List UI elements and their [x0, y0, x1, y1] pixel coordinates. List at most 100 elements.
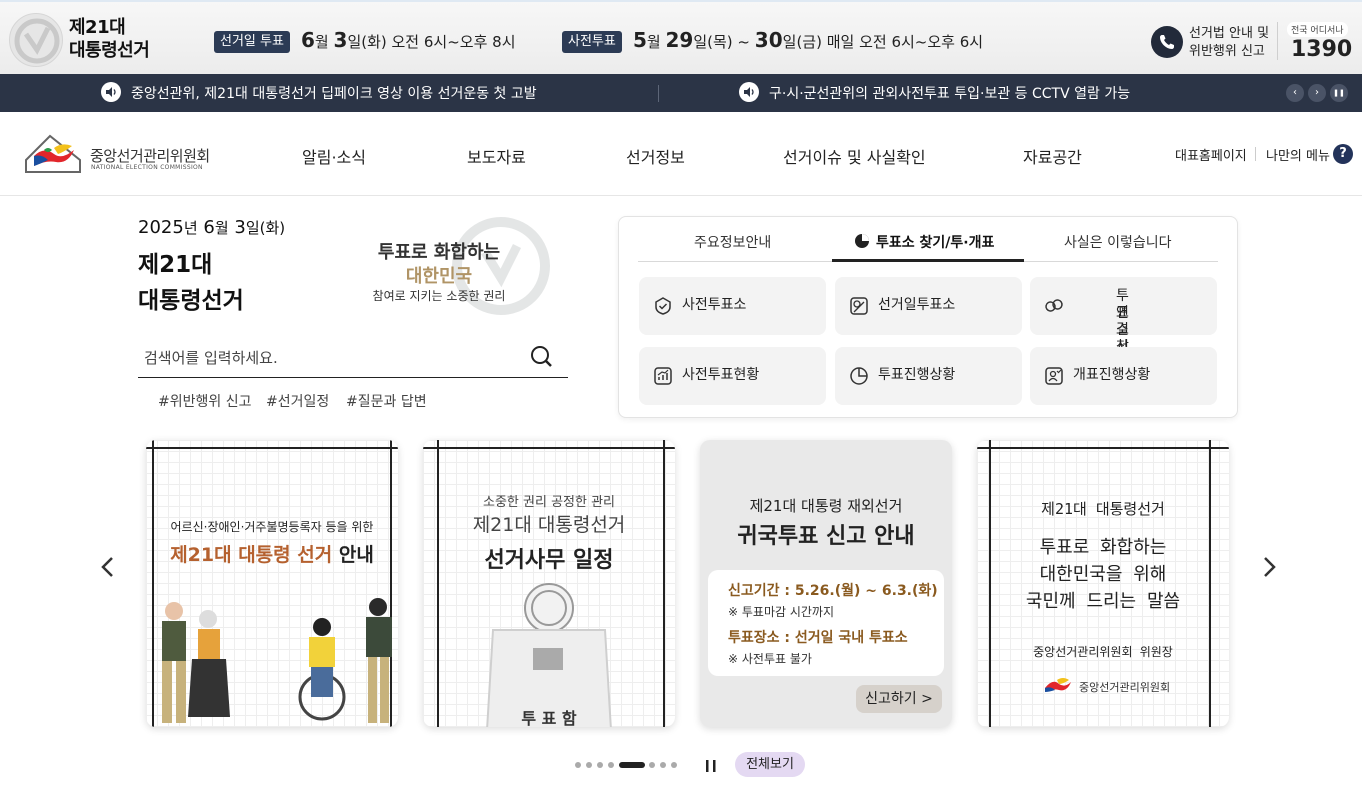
- slogan-line: 투표로 화합하는: [377, 242, 501, 263]
- nav-archive[interactable]: 자료공간: [1023, 144, 1082, 168]
- link-icon: [1045, 299, 1063, 312]
- ticker-next-button[interactable]: ›: [1308, 84, 1326, 102]
- carousel-prev-icon[interactable]: [93, 552, 123, 582]
- card-signature: 중앙선거관리위원회 위원장: [1033, 645, 1173, 659]
- pagination-dot[interactable]: [671, 762, 677, 768]
- banner-card[interactable]: 제21대 대통령 재외선거 귀국투표 신고 안내 신고기간 : 5.26.(월)…: [700, 440, 952, 727]
- phone-icon[interactable]: [1151, 26, 1183, 58]
- news-ticker: 중앙선관위, 제21대 대통령선거 딥페이크 영상 이용 선거운동 첫 고발 구…: [0, 74, 1362, 112]
- ballot-box-label: 투 표 함: [521, 709, 577, 727]
- election-title: 제21대 대통령선거: [69, 17, 150, 61]
- election-banner: 제21대 대통령선거 선거일 투표 6월 3일(화) 오전 6시~오후 8시 사…: [0, 0, 1362, 74]
- chart-icon: [654, 367, 672, 385]
- election-day-tag: 선거일 투표: [214, 31, 290, 53]
- main-navigation: 중앙선거관리위원회 NATIONAL ELECTION COMMISSION 알…: [0, 112, 1362, 196]
- early-vote-tag: 사전투표: [562, 31, 622, 53]
- ticker-item[interactable]: 구·시·군선관위의 관외사전투표 투입·보관 등 CCTV 열람 가능: [769, 83, 1130, 103]
- card-title: 제21대 대통령 선거 안내: [170, 544, 374, 566]
- pagination-dot[interactable]: [649, 762, 655, 768]
- nav-news[interactable]: 알림·소식: [302, 144, 366, 168]
- election-date: 2025년 6월 3일(화): [138, 217, 286, 238]
- active-tab-indicator: [832, 259, 1024, 262]
- early-vote-schedule: 5월 29일(목) ~ 30일(금) 매일 오전 6시~오후 6시: [633, 28, 984, 52]
- hotline-link[interactable]: 선거법 안내 및 위반행위 신고: [1189, 25, 1269, 61]
- report-place-note: ※ 사전투표 불가: [728, 652, 812, 666]
- divider: [658, 85, 659, 102]
- find-station-service-button[interactable]: 투표소 찾기연결서비스: [1030, 277, 1217, 389]
- card-subtitle: 제21대 대통령 재외선거: [749, 497, 903, 515]
- carousel-next-icon[interactable]: [1254, 552, 1284, 582]
- view-all-button[interactable]: 전체보기: [735, 752, 805, 777]
- hotline-caption: 전국 어디서나: [1287, 22, 1348, 37]
- pie-icon: [850, 367, 868, 385]
- early-vote-status-button[interactable]: 사전투표현황: [639, 347, 826, 405]
- card-title: 선거사무 일정: [484, 548, 614, 573]
- slogan-highlight: 대한민국: [405, 266, 473, 287]
- search-icon[interactable]: [530, 345, 554, 373]
- election-emblem-icon: [9, 13, 63, 67]
- card-subtitle: 어르신·장애인·거주불명등록자 등을 위한: [170, 520, 374, 534]
- card-title: 귀국투표 신고 안내: [737, 524, 915, 549]
- divider: [146, 447, 398, 449]
- check-shield-icon: [655, 297, 671, 315]
- nec-logo-icon: [1045, 678, 1071, 692]
- main-homepage-link[interactable]: 대표홈페이지: [1175, 145, 1247, 164]
- counting-progress-button[interactable]: 개표진행상황: [1030, 347, 1217, 405]
- tab-fact-check[interactable]: 사실은 이렇습니다: [1064, 232, 1172, 252]
- card-title: 제21대 대통령선거: [472, 514, 626, 536]
- ballot-box-icon: [850, 297, 868, 315]
- banner-card[interactable]: 소중한 권리 공정한 관리 제21대 대통령선거 선거사무 일정 투 표 함: [423, 440, 675, 727]
- ticker-item[interactable]: 중앙선관위, 제21대 대통령선거 딥페이크 영상 이용 선거운동 첫 고발: [131, 83, 537, 103]
- hashtag-link[interactable]: #위반행위 신고: [158, 391, 251, 411]
- pagination-dot[interactable]: [586, 762, 592, 768]
- pie-tab-icon: [855, 234, 869, 248]
- report-place: 투표장소 : 선거일 국내 투표소: [728, 630, 908, 646]
- page-title: 제21대 대통령선거: [138, 252, 244, 314]
- ticker-prev-button[interactable]: ‹: [1286, 84, 1304, 102]
- pagination-dot-active[interactable]: [619, 762, 645, 768]
- tab-polling-station[interactable]: 투표소 찾기/투·개표: [854, 232, 994, 252]
- divider: [977, 447, 1229, 449]
- logo-text[interactable]: 중앙선거관리위원회: [90, 145, 210, 166]
- carousel-pause-icon[interactable]: [704, 758, 718, 772]
- my-menu-link[interactable]: 나만의 메뉴: [1266, 145, 1330, 164]
- voters-illustration-icon: [162, 598, 392, 723]
- search-input[interactable]: [138, 338, 568, 378]
- pagination-dot[interactable]: [597, 762, 603, 768]
- hashtag-link[interactable]: #선거일정: [266, 391, 329, 411]
- nav-press[interactable]: 보도자료: [467, 144, 526, 168]
- nav-fact-check[interactable]: 선거이슈 및 사실확인: [783, 144, 926, 168]
- report-period: 신고기간 : 5.26.(월) ~ 6.3.(화): [728, 583, 938, 599]
- nav-election-info[interactable]: 선거정보: [626, 144, 685, 168]
- election-day-schedule: 6월 3일(화) 오전 6시~오후 8시: [301, 28, 516, 52]
- speaker-icon: [101, 82, 121, 102]
- pagination-dot[interactable]: [608, 762, 614, 768]
- report-button[interactable]: 신고하기 >: [856, 685, 942, 713]
- tab-main-info[interactable]: 주요정보안내: [694, 232, 771, 252]
- divider: [423, 447, 675, 449]
- card-text: 국민께 드리는 말씀: [1025, 591, 1181, 612]
- pagination-dot[interactable]: [660, 762, 666, 768]
- slogan-subtext: 참여로 지키는 소중한 권리: [372, 289, 506, 303]
- logo-subtext: NATIONAL ELECTION COMMISSION: [91, 164, 203, 171]
- hashtag-link[interactable]: #질문과 답변: [346, 391, 427, 411]
- report-period-note: ※ 투표마감 시간까지: [728, 605, 835, 619]
- speaker-icon: [739, 82, 759, 102]
- banner-card[interactable]: 제21대 대통령선거 투표로 화합하는 대한민국을 위해 국민께 드리는 말씀 …: [977, 440, 1229, 727]
- card-subtitle: 소중한 권리 공정한 관리: [483, 495, 615, 510]
- report-info-box: 신고기간 : 5.26.(월) ~ 6.3.(화) ※ 투표마감 시간까지 투표…: [708, 570, 944, 676]
- pagination-dot[interactable]: [575, 762, 581, 768]
- banner-card[interactable]: 어르신·장애인·거주불명등록자 등을 위한 제21대 대통령 선거 안내: [146, 440, 398, 727]
- card-text: 투표로 화합하는: [1039, 537, 1167, 558]
- hotline-number[interactable]: 1390: [1291, 37, 1352, 62]
- voting-progress-button[interactable]: 투표진행상황: [835, 347, 1022, 405]
- person-check-icon: [1045, 367, 1063, 385]
- ticker-pause-button[interactable]: ❚❚: [1330, 84, 1348, 102]
- divider: [1255, 147, 1256, 161]
- nec-logo-icon[interactable]: [24, 134, 84, 178]
- election-day-station-button[interactable]: 선거일투표소: [835, 277, 1022, 335]
- card-text: 대한민국을 위해: [1039, 564, 1167, 585]
- help-icon[interactable]: ?: [1333, 144, 1353, 164]
- early-polling-station-button[interactable]: 사전투표소: [639, 277, 826, 335]
- card-logo-text: 중앙선거관리위원회: [1079, 681, 1171, 694]
